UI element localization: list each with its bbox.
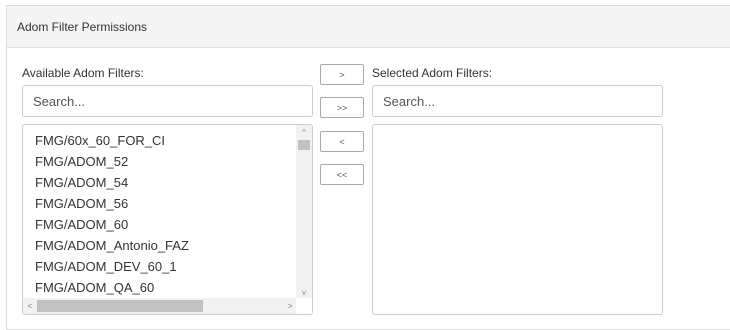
list-item[interactable]: FMG/ADOM_Antonio_FAZ <box>35 235 189 256</box>
remove-selected-button[interactable]: < <box>320 131 364 152</box>
list-item[interactable]: FMG/ADOM_56 <box>35 193 189 214</box>
panel-header: Adom Filter Permissions <box>7 6 730 48</box>
available-filters-list[interactable]: FMG/60x_60_FOR_CI FMG/ADOM_52 FMG/ADOM_54 F… <box>22 124 313 315</box>
scroll-left-icon[interactable]: < <box>23 298 37 314</box>
available-items-container: FMG/60x_60_FOR_CI FMG/ADOM_52 FMG/ADOM_54 F… <box>23 125 189 298</box>
horizontal-scroll-thumb[interactable] <box>37 300 203 312</box>
list-item[interactable]: FMG/60x_60_FOR_CI <box>35 130 189 151</box>
horizontal-scrollbar[interactable]: < > <box>23 298 297 314</box>
available-filters-label: Available Adom Filters: <box>22 66 144 80</box>
scroll-right-icon[interactable]: > <box>283 298 297 314</box>
list-item[interactable]: FMG/ADOM_52 <box>35 151 189 172</box>
remove-all-button[interactable]: << <box>320 164 364 185</box>
list-item[interactable]: FMG/ADOM_54 <box>35 172 189 193</box>
selected-filters-label: Selected Adom Filters: <box>372 66 493 80</box>
vertical-scrollbar[interactable]: ^ v <box>296 125 312 299</box>
panel-title: Adom Filter Permissions <box>17 19 148 34</box>
scroll-down-icon[interactable]: v <box>296 285 312 299</box>
scroll-up-icon[interactable]: ^ <box>296 125 312 139</box>
add-selected-button[interactable]: > <box>320 64 364 85</box>
selected-search-input[interactable] <box>372 85 663 117</box>
scroll-corner <box>296 298 312 314</box>
list-item[interactable]: FMG/ADOM_QA_60 <box>35 277 189 298</box>
available-search-input[interactable] <box>22 85 313 117</box>
add-all-button[interactable]: >> <box>320 97 364 118</box>
vertical-scroll-thumb[interactable] <box>298 140 310 150</box>
selected-filters-list[interactable] <box>372 124 663 315</box>
list-item[interactable]: FMG/ADOM_DEV_60_1 <box>35 256 189 277</box>
list-item[interactable]: FMG/ADOM_60 <box>35 214 189 235</box>
